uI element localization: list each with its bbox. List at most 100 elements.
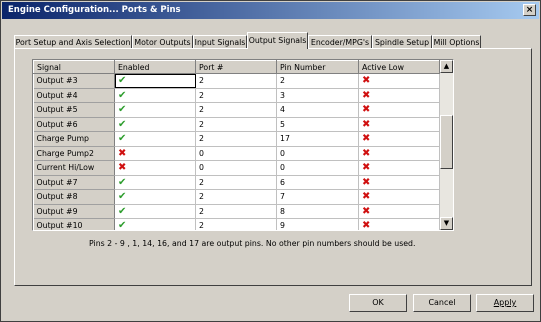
port-cell[interactable]: 2 [195,117,277,132]
table-row[interactable]: Output #5 ✔ 2 4 ✖ [33,102,440,118]
port-cell[interactable]: 2 [195,131,277,147]
port-cell[interactable]: 2 [195,102,277,118]
pin-number-cell[interactable]: 0 [276,160,359,176]
pin-number-cell[interactable]: 6 [276,175,359,190]
active-low-cell[interactable]: ✖ [358,175,440,190]
port-cell[interactable]: 0 [195,146,277,161]
check-icon[interactable]: ✔ [118,177,126,188]
check-icon[interactable]: ✔ [118,191,126,202]
header-signal[interactable]: Signal [33,60,115,74]
active-low-cell[interactable]: ✖ [358,160,440,176]
cancel-button[interactable]: Cancel [413,294,471,312]
scroll-thumb[interactable] [440,115,453,169]
active-low-cell[interactable]: ✖ [358,131,440,147]
active-low-cell[interactable]: ✖ [358,204,440,219]
table-row[interactable]: Output #9 ✔ 2 8 ✖ [33,204,440,219]
check-icon[interactable]: ✔ [118,104,126,115]
header-active-low[interactable]: Active Low [358,60,440,74]
vertical-scrollbar[interactable]: ▲ ▼ [440,60,453,230]
cross-icon[interactable]: ✖ [362,90,370,101]
cross-icon[interactable]: ✖ [362,191,370,202]
table-row[interactable]: Charge Pump ✔ 2 17 ✖ [33,131,440,147]
apply-button[interactable]: Apply [476,294,534,312]
enabled-cell[interactable]: ✔ [114,102,196,118]
pin-number-cell[interactable]: 5 [276,117,359,132]
cross-icon[interactable]: ✖ [362,75,370,86]
active-low-cell[interactable]: ✖ [358,218,440,230]
check-icon[interactable]: ✔ [118,133,126,144]
header-port[interactable]: Port # [195,60,277,74]
cross-icon[interactable]: ✖ [362,133,370,144]
enabled-cell[interactable]: ✔ [114,204,196,219]
signal-grid[interactable]: Signal Enabled Port # Pin Number Active … [32,59,454,231]
cross-icon[interactable]: ✖ [362,220,370,230]
table-row[interactable]: Charge Pump2 ✖ 0 0 ✖ [33,146,440,161]
table-row[interactable]: Output #10 ✔ 2 9 ✖ [33,218,440,230]
enabled-cell[interactable]: ✖ [114,146,196,161]
port-cell[interactable]: 2 [195,175,277,190]
enabled-cell[interactable]: ✔ [114,175,196,190]
header-enabled[interactable]: Enabled [114,60,196,74]
pin-number-cell[interactable]: 17 [276,131,359,147]
pin-number-cell[interactable]: 7 [276,189,359,205]
pin-number-cell[interactable]: 8 [276,204,359,219]
tab-port-setup[interactable]: Port Setup and Axis Selection [14,35,132,49]
cross-icon[interactable]: ✖ [362,206,370,217]
active-low-cell[interactable]: ✖ [358,189,440,205]
table-row[interactable]: Current Hi/Low ✖ 0 0 ✖ [33,160,440,176]
tab-output-signals[interactable]: Output Signals [247,32,308,49]
enabled-cell[interactable]: ✖ [114,160,196,176]
tab-spindle-setup[interactable]: Spindle Setup [372,35,432,49]
close-button[interactable]: × [523,4,536,16]
active-low-cell[interactable]: ✖ [358,117,440,132]
table-row[interactable]: Output #4 ✔ 2 3 ✖ [33,88,440,103]
table-row[interactable]: Output #3 ✔ 2 2 ✖ [33,73,440,89]
port-cell[interactable]: 0 [195,160,277,176]
active-low-cell[interactable]: ✖ [358,146,440,161]
table-row[interactable]: Output #7 ✔ 2 6 ✖ [33,175,440,190]
active-low-cell[interactable]: ✖ [358,73,440,89]
cross-icon[interactable]: ✖ [118,162,126,173]
pin-number-cell[interactable]: 0 [276,146,359,161]
check-icon[interactable]: ✔ [118,90,126,101]
cross-icon[interactable]: ✖ [118,148,126,159]
port-cell[interactable]: 2 [195,88,277,103]
signal-cell: Charge Pump [33,131,115,147]
check-icon[interactable]: ✔ [118,75,126,86]
signal-cell: Output #6 [33,117,115,132]
tab-motor-outputs[interactable]: Motor Outputs [132,35,193,49]
tab-mill-options[interactable]: Mill Options [432,35,481,49]
enabled-cell[interactable]: ✔ [114,189,196,205]
pin-number-cell[interactable]: 9 [276,218,359,230]
table-row[interactable]: Output #8 ✔ 2 7 ✖ [33,189,440,205]
scroll-down-button[interactable]: ▼ [440,217,453,230]
cross-icon[interactable]: ✖ [362,119,370,130]
port-cell[interactable]: 2 [195,218,277,230]
table-row[interactable]: Output #6 ✔ 2 5 ✖ [33,117,440,132]
port-cell[interactable]: 2 [195,189,277,205]
pin-number-cell[interactable]: 2 [276,73,359,89]
port-cell[interactable]: 2 [195,204,277,219]
ok-button[interactable]: OK [349,294,407,312]
active-low-cell[interactable]: ✖ [358,102,440,118]
enabled-cell[interactable]: ✔ [114,73,196,89]
header-pin-number[interactable]: Pin Number [276,60,359,74]
enabled-cell[interactable]: ✔ [114,131,196,147]
cross-icon[interactable]: ✖ [362,104,370,115]
check-icon[interactable]: ✔ [118,220,126,230]
cross-icon[interactable]: ✖ [362,148,370,159]
enabled-cell[interactable]: ✔ [114,218,196,230]
port-cell[interactable]: 2 [195,73,277,89]
pin-number-cell[interactable]: 3 [276,88,359,103]
cross-icon[interactable]: ✖ [362,177,370,188]
check-icon[interactable]: ✔ [118,119,126,130]
scroll-up-button[interactable]: ▲ [440,60,453,73]
cross-icon[interactable]: ✖ [362,162,370,173]
enabled-cell[interactable]: ✔ [114,88,196,103]
enabled-cell[interactable]: ✔ [114,117,196,132]
active-low-cell[interactable]: ✖ [358,88,440,103]
tab-encoder-mpg[interactable]: Encoder/MPG's [308,35,372,49]
pin-number-cell[interactable]: 4 [276,102,359,118]
tab-input-signals[interactable]: Input Signals [193,35,247,49]
check-icon[interactable]: ✔ [118,206,126,217]
